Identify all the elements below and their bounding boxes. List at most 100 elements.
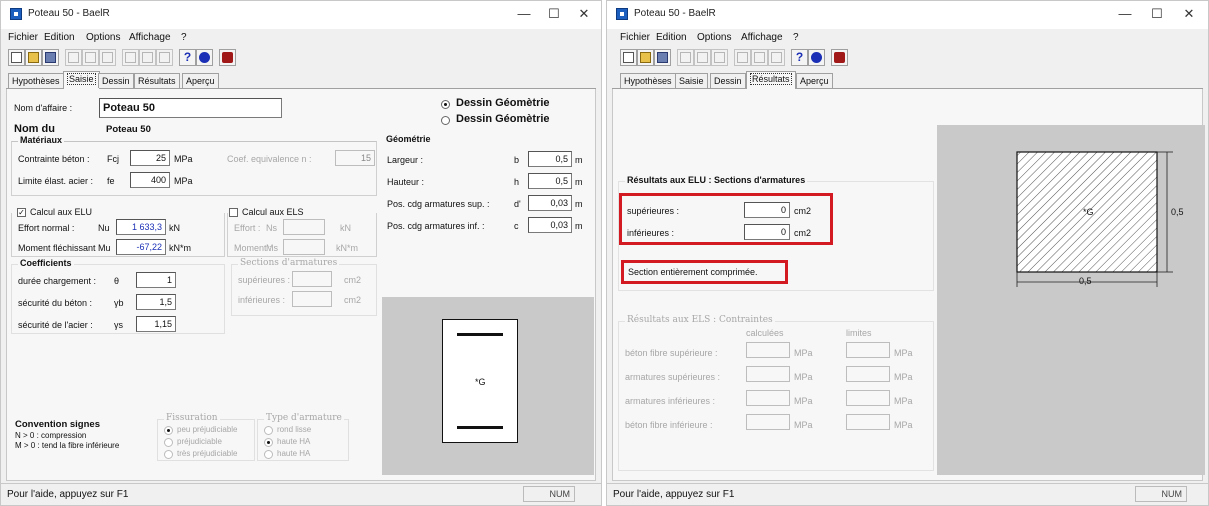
effort-unit: kN xyxy=(169,223,180,233)
dessin-radio-2[interactable] xyxy=(441,116,450,125)
new-file-icon[interactable] xyxy=(8,49,25,66)
type-armature-title: Type d'armature xyxy=(264,413,344,423)
els-row-3-unit-2: MPa xyxy=(894,396,913,406)
copy-icon[interactable] xyxy=(82,49,99,66)
menu-edition[interactable]: Edition xyxy=(44,32,75,43)
sections-sup-input[interactable] xyxy=(292,271,332,287)
securite-beton-input[interactable]: 1,5 xyxy=(136,294,176,310)
nom-affaire-label: Nom d'affaire : xyxy=(14,103,73,113)
tab-hypotheses[interactable]: Hypothèses xyxy=(8,73,64,88)
menu-fichier[interactable]: Fichier xyxy=(8,32,38,43)
coef-input[interactable]: 15 xyxy=(335,150,375,166)
nom-affaire-input[interactable]: Poteau 50 xyxy=(99,98,282,118)
exit-icon[interactable] xyxy=(831,49,848,66)
paste-icon[interactable] xyxy=(99,49,116,66)
tab-resultats[interactable]: Résultats xyxy=(746,71,796,89)
print-icon[interactable] xyxy=(734,49,751,66)
close-button[interactable]: ✕ xyxy=(1176,5,1202,23)
limite-acier-input[interactable]: 400 xyxy=(130,172,170,188)
toolbar: ? xyxy=(1,47,601,69)
menu-help[interactable]: ? xyxy=(793,32,799,43)
limite-unit: MPa xyxy=(174,176,193,186)
drawing-width-dim: 0,5 xyxy=(1079,276,1092,286)
pos-inf-label: Pos. cdg armatures inf. : xyxy=(387,221,485,231)
els-moment-symbol: Ms xyxy=(266,243,278,253)
context-help-icon[interactable] xyxy=(196,49,213,66)
preview-icon[interactable] xyxy=(751,49,768,66)
close-button[interactable]: ✕ xyxy=(571,5,597,23)
duree-input[interactable]: 1 xyxy=(136,272,176,288)
menu-affichage[interactable]: Affichage xyxy=(741,32,783,43)
menu-options[interactable]: Options xyxy=(697,32,731,43)
type-armature-radio-1[interactable] xyxy=(264,426,273,435)
maximize-button[interactable]: ☐ xyxy=(1144,5,1170,23)
effort-normal-input[interactable]: 1 633,3 xyxy=(116,219,166,235)
open-folder-icon[interactable] xyxy=(637,49,654,66)
setup-icon[interactable] xyxy=(156,49,173,66)
contrainte-beton-input[interactable]: 25 xyxy=(130,150,170,166)
tab-apercu[interactable]: Aperçu xyxy=(182,73,219,88)
fissuration-radio-1[interactable] xyxy=(164,426,173,435)
minimize-button[interactable]: — xyxy=(511,5,537,23)
cut-icon[interactable] xyxy=(65,49,82,66)
hauteur-input[interactable]: 0,5 xyxy=(528,173,572,189)
preview-icon[interactable] xyxy=(139,49,156,66)
new-file-icon[interactable] xyxy=(620,49,637,66)
left-window: Poteau 50 - BaelR — ☐ ✕ Fichier Edition … xyxy=(0,0,602,506)
help-icon[interactable]: ? xyxy=(791,49,808,66)
window-title: Poteau 50 - BaelR xyxy=(634,8,716,19)
tab-apercu[interactable]: Aperçu xyxy=(796,73,833,88)
menu-options[interactable]: Options xyxy=(86,32,120,43)
setup-icon[interactable] xyxy=(768,49,785,66)
tab-saisie[interactable]: Saisie xyxy=(63,71,100,89)
convention-line-2: M > 0 : tend la fibre inférieure xyxy=(15,441,120,450)
maximize-button[interactable]: ☐ xyxy=(541,5,567,23)
type-armature-radio-3[interactable] xyxy=(264,450,273,459)
elu-results-title: Résultats aux ELU : Sections d'armatures xyxy=(625,175,808,185)
help-icon[interactable]: ? xyxy=(179,49,196,66)
tab-resultats[interactable]: Résultats xyxy=(134,73,180,88)
els-effort-unit: kN xyxy=(340,223,351,233)
tab-hypotheses[interactable]: Hypothèses xyxy=(620,73,676,88)
copy-icon[interactable] xyxy=(694,49,711,66)
els-effort-symbol: Ns xyxy=(266,223,277,233)
minimize-button[interactable]: — xyxy=(1112,5,1138,23)
dessin-radio-1[interactable] xyxy=(441,100,450,109)
print-icon[interactable] xyxy=(122,49,139,66)
open-folder-icon[interactable] xyxy=(25,49,42,66)
pos-inf-input[interactable]: 0,03 xyxy=(528,217,572,233)
menu-fichier[interactable]: Fichier xyxy=(620,32,650,43)
save-icon[interactable] xyxy=(654,49,671,66)
sections-inf-unit: cm2 xyxy=(344,295,362,305)
els-effort-input[interactable] xyxy=(283,219,325,235)
type-armature-radio-2[interactable] xyxy=(264,438,273,447)
exit-icon[interactable] xyxy=(219,49,236,66)
moment-input[interactable]: -67,22 xyxy=(116,239,166,255)
right-window: Poteau 50 - BaelR — ☐ ✕ Fichier Edition … xyxy=(606,0,1209,506)
fissuration-group: Fissuration peu préjudiciable préjudicia… xyxy=(157,413,255,461)
menu-help[interactable]: ? xyxy=(181,32,187,43)
pos-sup-input[interactable]: 0,03 xyxy=(528,195,572,211)
sections-inf-input[interactable] xyxy=(292,291,332,307)
fissuration-radio-3[interactable] xyxy=(164,450,173,459)
tab-dessin[interactable]: Dessin xyxy=(98,73,134,88)
securite-acier-input[interactable]: 1,15 xyxy=(136,316,176,332)
menu-edition[interactable]: Edition xyxy=(656,32,687,43)
pos-inf-unit: m xyxy=(575,221,583,231)
tab-dessin[interactable]: Dessin xyxy=(710,73,746,88)
sections-title: Sections d'armatures xyxy=(238,258,340,268)
els-row-2-calc xyxy=(746,366,790,382)
context-help-icon[interactable] xyxy=(808,49,825,66)
largeur-input[interactable]: 0,5 xyxy=(528,151,572,167)
paste-icon[interactable] xyxy=(711,49,728,66)
els-moment-input[interactable] xyxy=(283,239,325,255)
fissuration-title: Fissuration xyxy=(164,413,220,423)
els-row-1-unit-2: MPa xyxy=(894,348,913,358)
fissuration-radio-2[interactable] xyxy=(164,438,173,447)
tab-saisie[interactable]: Saisie xyxy=(675,73,708,88)
save-icon[interactable] xyxy=(42,49,59,66)
menu-bar: Fichier Edition Options Affichage ? xyxy=(607,29,1208,47)
menu-affichage[interactable]: Affichage xyxy=(129,32,171,43)
type-armature-option-3: haute HA xyxy=(277,449,311,458)
cut-icon[interactable] xyxy=(677,49,694,66)
